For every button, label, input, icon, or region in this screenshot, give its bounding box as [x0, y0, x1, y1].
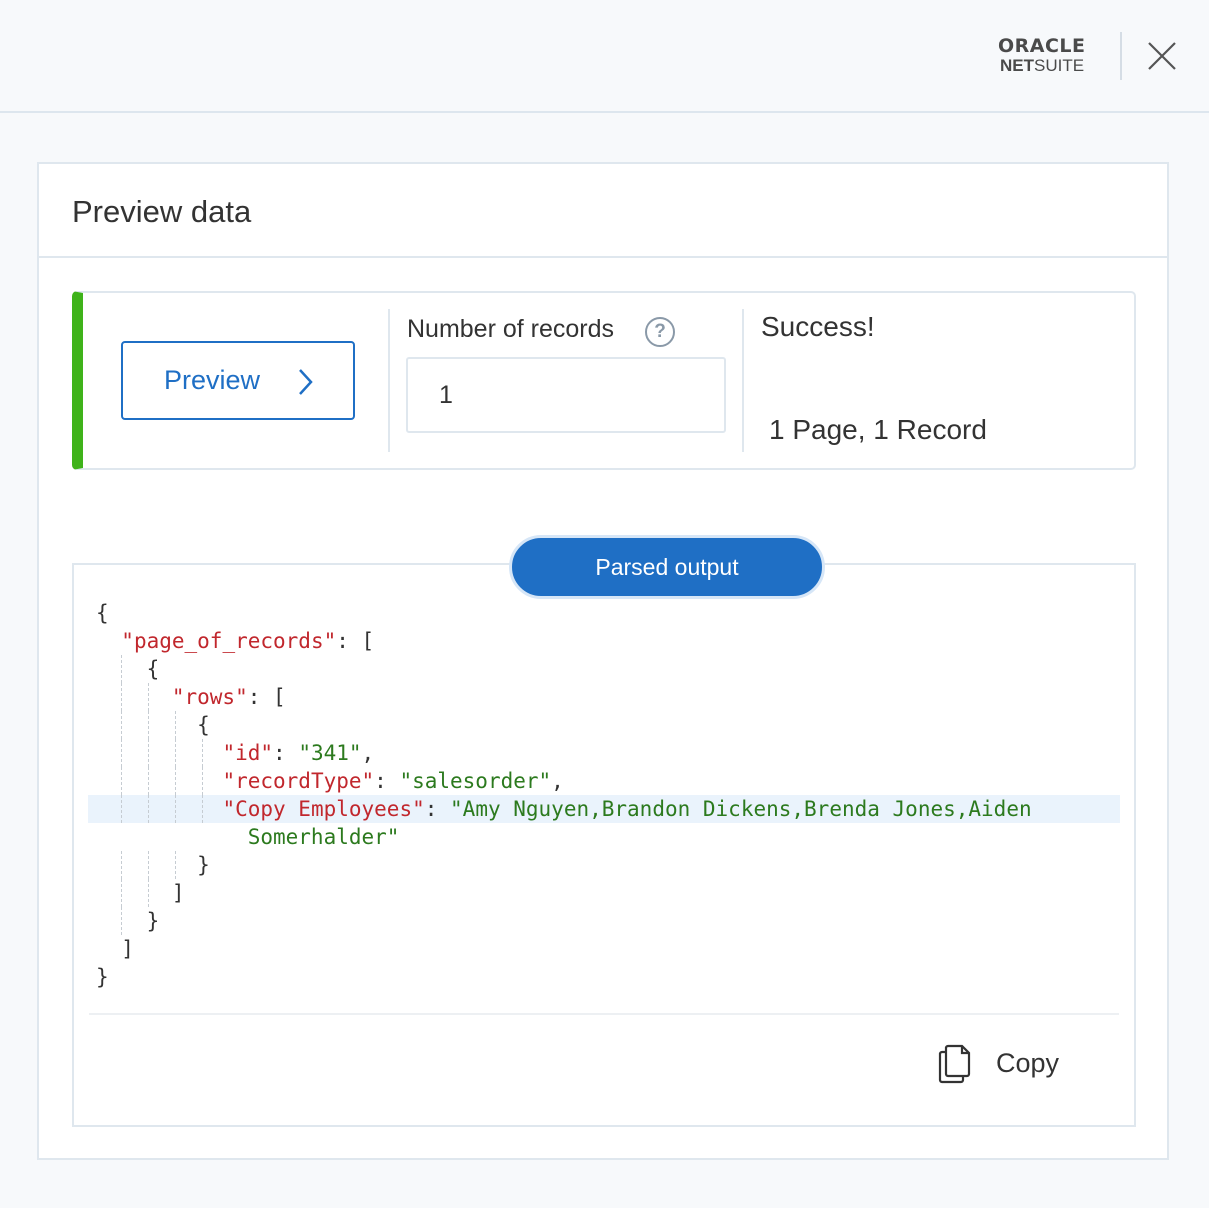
- code-line: {: [74, 711, 1134, 739]
- logo-oracle-text: ORACLE: [998, 35, 1086, 57]
- code-line: }: [74, 907, 1134, 935]
- preview-data-panel: Preview data Preview Number of records ?…: [37, 162, 1169, 1160]
- code-line: }: [74, 851, 1134, 879]
- divider: [388, 309, 390, 452]
- panel-header: Preview data: [39, 164, 1167, 258]
- page-title: Preview data: [72, 194, 252, 229]
- number-of-records-label: Number of records: [407, 315, 615, 343]
- code-line: "recordType": "salesorder",: [74, 767, 1134, 795]
- code-line: }: [96, 965, 109, 989]
- preview-button[interactable]: Preview: [121, 341, 355, 420]
- divider: [742, 309, 744, 452]
- code-line: {: [96, 601, 109, 625]
- oracle-netsuite-logo: ORACLE NETSUITE: [998, 36, 1108, 76]
- number-of-records-input[interactable]: [406, 357, 726, 433]
- code-line: ]: [121, 937, 134, 961]
- success-status-title: Success!: [761, 311, 875, 342]
- parsed-output-tab[interactable]: Parsed output: [509, 535, 825, 599]
- json-code-view: { "page_of_records": [ { "rows": [ { "id…: [74, 599, 1134, 991]
- close-icon[interactable]: [1146, 40, 1178, 72]
- logo-netsuite-text: NETSUITE: [1000, 56, 1108, 76]
- copy-button[interactable]: Copy: [936, 1041, 1086, 1085]
- code-line-highlighted: "Copy Employees": "Amy Nguyen,Brandon Di…: [88, 795, 1120, 823]
- parsed-output-box: { "page_of_records": [ { "rows": [ { "id…: [72, 563, 1136, 1127]
- help-icon[interactable]: ?: [645, 317, 675, 347]
- code-line: ]: [74, 879, 1134, 907]
- code-line: "rows": [: [74, 683, 1134, 711]
- preview-status-card: Preview Number of records ? Success! 1 P…: [72, 291, 1136, 470]
- code-line: Somerhalder": [247, 825, 400, 849]
- topbar-divider: [1120, 32, 1122, 80]
- code-line: "id": "341",: [74, 739, 1134, 767]
- success-status-detail: 1 Page, 1 Record: [769, 414, 987, 445]
- preview-button-label: Preview: [164, 365, 261, 395]
- divider: [89, 1013, 1119, 1015]
- logo-netsuite-rest: SUITE: [1034, 56, 1085, 75]
- code-line: "page_of_records": [: [121, 629, 375, 653]
- logo-netsuite-bold: NET: [1000, 56, 1034, 75]
- copy-button-label: Copy: [996, 1047, 1060, 1078]
- top-bar: ORACLE NETSUITE: [0, 0, 1209, 113]
- code-line: {: [74, 655, 1134, 683]
- chevron-right-icon: [299, 369, 313, 395]
- copy-icon: [938, 1044, 971, 1084]
